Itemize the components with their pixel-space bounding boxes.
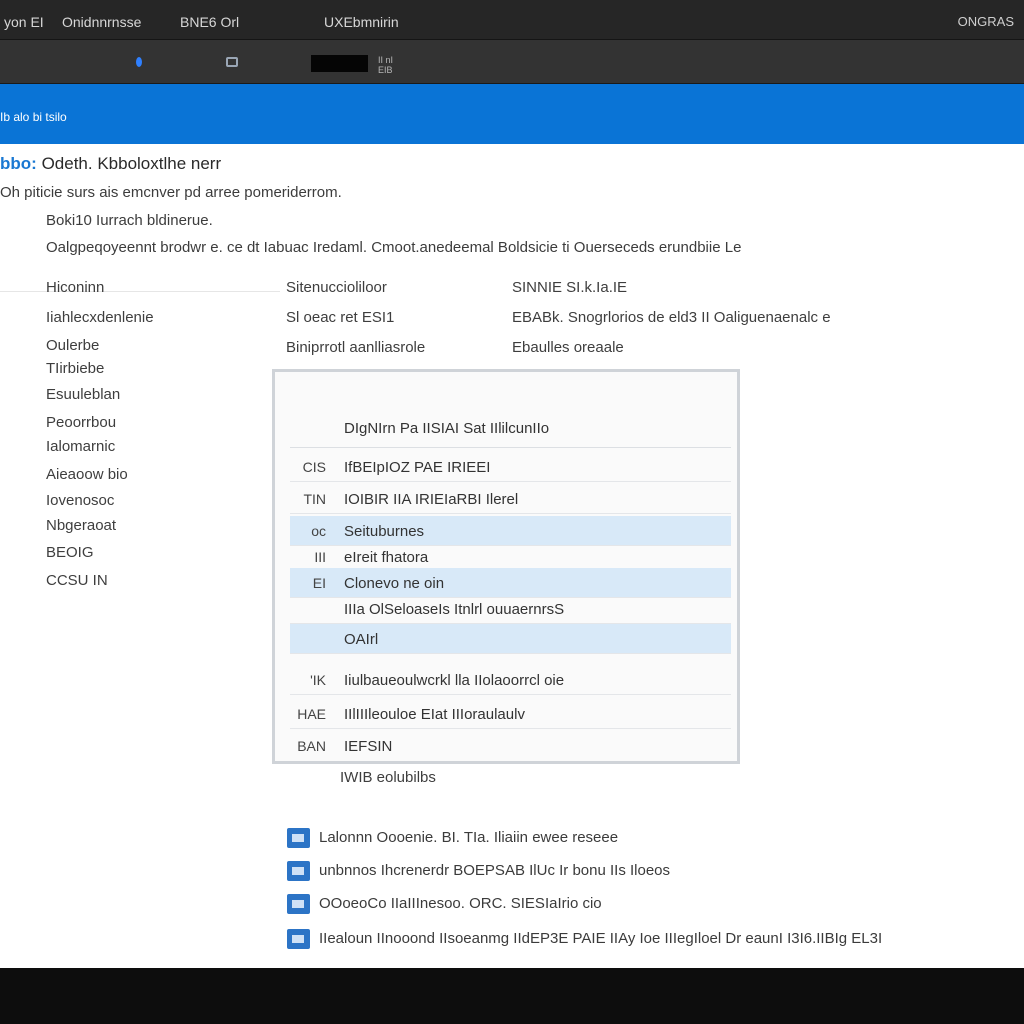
side-item-2[interactable]: TIirbiebe <box>46 360 104 377</box>
dialog-row-text: IEFSIN <box>344 738 393 755</box>
toolbar-small-text-2: EIB <box>378 65 393 75</box>
row-icon: BAN <box>297 738 326 754</box>
row1-col1: Hiconinn <box>46 279 105 296</box>
list-item-text: IIealoun IInooond IIsoeanmg IIdEP3E PAIE… <box>319 930 883 947</box>
side-item-1[interactable]: Oulerbe <box>46 337 99 354</box>
dialog-row[interactable]: 'IK Iiulbaueoulwcrkl lla IIolaoorrcl oie <box>290 665 731 695</box>
page-title: bbo: Odeth. Kbboloxtlhe nerr <box>0 154 221 174</box>
page-title-text: Odeth. Kbboloxtlhe nerr <box>41 154 222 173</box>
list-item-text: OOoeoCo IIaIIInesoo. ORC. SIESIaIrio cio <box>319 895 602 912</box>
dialog-row[interactable]: OAIrl <box>290 624 731 654</box>
toolbar-small-text-1: II nI <box>378 55 394 65</box>
row3-col2: Biniprrotl aanlliasrole <box>286 339 426 356</box>
dialog-row[interactable]: BAN IEFSIN <box>290 731 731 761</box>
page-title-lead: bbo: <box>0 154 37 173</box>
side-item-3[interactable]: Esuuleblan <box>46 386 120 403</box>
pin-icon[interactable] <box>136 57 142 67</box>
list-item-text: unbnnos Ihcrenerdr BOEPSAB IlUc Ir bonu … <box>319 862 671 879</box>
list-item[interactable]: IIealoun IInooond IIsoeanmg IIdEP3E PAIE… <box>287 928 1022 950</box>
dialog-row[interactable]: IIIa OlSeloaseIs Itnlrl ouuaernrsS <box>290 594 731 624</box>
list-item-text: Lalonnn Oooenie. BI. TIa. Iliaiin ewee r… <box>319 829 619 846</box>
row-icon: CIS <box>302 459 326 475</box>
dialog-row-text: eIreit fhatora <box>344 549 429 566</box>
toolbar-small-text: II nI EIB <box>378 55 393 75</box>
side-item-10[interactable]: CCSU IN <box>46 572 108 589</box>
menu-item-2[interactable]: Onidnnrnsse <box>62 14 141 30</box>
dialog-row[interactable]: TIN IOIBIR IIA IRIEIaRBI Ilerel <box>290 484 731 514</box>
header-band: Ib alo bi tsilo <box>0 84 1024 144</box>
document-icon <box>287 929 310 949</box>
dialog-row-text: IOIBIR IIA IRIEIaRBI Ilerel <box>344 491 519 508</box>
grid-icon[interactable] <box>226 57 238 67</box>
intro-line-3: Oalgpeqoyeennt brodwr e. ce dt Iabuac Ir… <box>46 239 742 256</box>
toolbar-input[interactable] <box>311 55 368 72</box>
dialog-row-text: IIlIIIleouloe EIat IIIoraulaulv <box>344 706 525 723</box>
row-icon: III <box>314 549 326 565</box>
row3-col3: Ebaulles oreaale <box>512 339 624 356</box>
header-band-label: Ib alo bi tsilo <box>0 110 67 124</box>
menu-item-4[interactable]: UXEbmnirin <box>324 14 399 30</box>
toolbar <box>0 40 1024 84</box>
title-bar: yon EI Onidnnrnsse BNE6 Orl UXEbmnirin O… <box>0 0 1024 40</box>
account-label[interactable]: ONGRAS <box>958 14 1014 29</box>
row2-col2: Sl oeac ret ESI1 <box>286 309 395 326</box>
dialog-footer-label: IWIB eolubilbs <box>340 769 436 786</box>
row2-col3: EBABk. Snogrlorios de eld3 II Oaliguenae… <box>512 309 831 326</box>
dialog-header-text: DIgNIrn Pa IISIAI Sat IIlilcunIIo <box>344 420 550 437</box>
row-icon: HAE <box>297 706 326 722</box>
row2-col1: Iiahlecxdenlenie <box>46 309 154 326</box>
row-icon: EI <box>312 575 326 591</box>
side-item-8[interactable]: Nbgeraoat <box>46 517 116 534</box>
side-item-4[interactable]: Peoorrbou <box>46 414 116 431</box>
divider <box>0 291 280 292</box>
dialog-row[interactable]: HAE IIlIIIleouloe EIat IIIoraulaulv <box>290 699 731 729</box>
document-icon <box>287 861 310 881</box>
side-item-6[interactable]: Aieaoow bio <box>46 466 128 483</box>
dialog-row-text: IfBEIpIOZ PAE IRIEEI <box>344 459 491 476</box>
row-icon: oc <box>311 523 326 539</box>
row-icon: 'IK <box>310 672 326 688</box>
intro-line-2: Boki10 Iurrach bldinerue. <box>46 212 213 229</box>
dialog-row-text: Clonevo ne oin <box>344 575 445 592</box>
side-item-7[interactable]: Iovenosoc <box>46 492 114 509</box>
document-icon <box>287 894 310 914</box>
dialog-row[interactable]: CIS IfBEIpIOZ PAE IRIEEI <box>290 452 731 482</box>
row1-col3: SINNIE SI.k.Ia.IE <box>512 279 628 296</box>
menu-item-3[interactable]: BNE6 Orl <box>180 14 239 30</box>
row1-col2: Sitenuccioliloor <box>286 279 387 296</box>
intro-line-1: Oh piticie surs ais emcnver pd arree pom… <box>0 184 342 201</box>
dialog-row-text: Iiulbaueoulwcrkl lla IIolaoorrcl oie <box>344 672 565 689</box>
document-icon <box>287 828 310 848</box>
dialog-row-text: Seituburnes <box>344 523 425 540</box>
taskbar <box>0 968 1024 1024</box>
dialog-row-text: IIIa OlSeloaseIs Itnlrl ouuaernrsS <box>344 601 565 618</box>
side-item-5[interactable]: Ialomarnic <box>46 438 115 455</box>
menu-item-1[interactable]: yon EI <box>4 14 44 30</box>
side-item-9[interactable]: BEOIG <box>46 544 94 561</box>
row-icon: TIN <box>303 491 326 507</box>
dialog-header: DIgNIrn Pa IISIAI Sat IIlilcunIIo <box>290 412 731 448</box>
options-dialog: DIgNIrn Pa IISIAI Sat IIlilcunIIo CIS If… <box>272 369 740 764</box>
dialog-row-text: OAIrl <box>344 631 379 648</box>
